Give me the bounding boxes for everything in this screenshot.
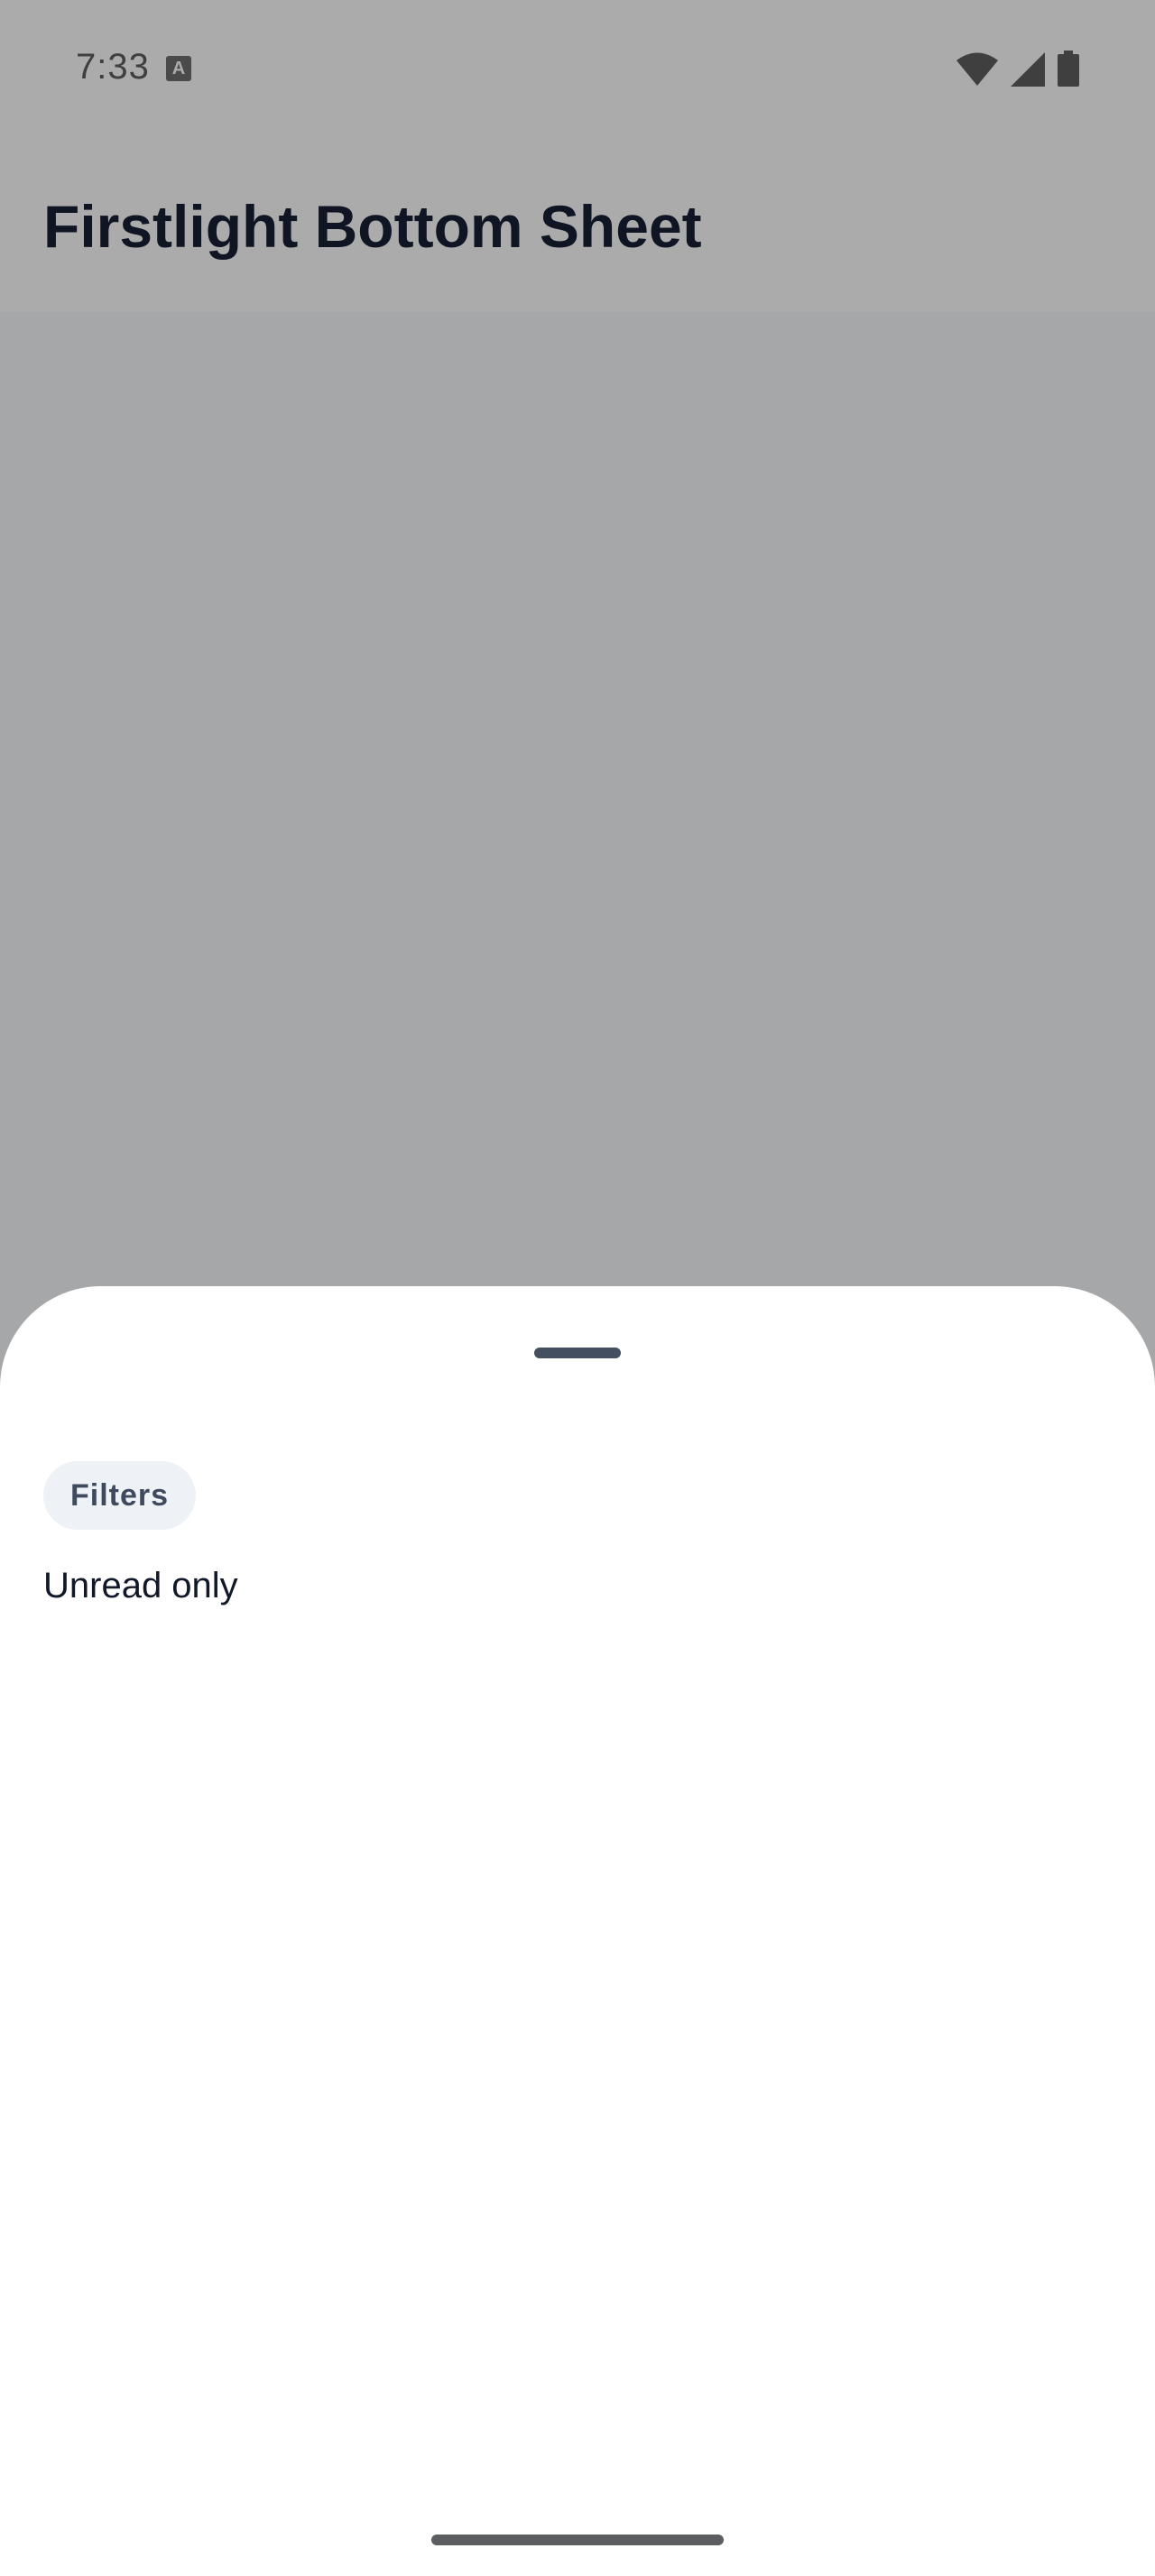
page-title: Firstlight Bottom Sheet xyxy=(43,193,702,260)
drag-handle[interactable] xyxy=(534,1348,621,1358)
battery-icon xyxy=(1058,51,1079,87)
app-bar: Firstlight Bottom Sheet xyxy=(0,143,1155,312)
a-icon: A xyxy=(166,56,191,81)
signal-icon xyxy=(1011,52,1045,87)
status-bar: 7:33 A xyxy=(0,0,1155,143)
status-icons xyxy=(956,51,1079,87)
unread-only-option[interactable]: Unread only xyxy=(43,1566,238,1606)
home-indicator[interactable] xyxy=(431,2535,724,2545)
scrim[interactable] xyxy=(0,312,1155,1286)
status-time: 7:33 xyxy=(76,47,150,87)
filters-chip[interactable]: Filters xyxy=(43,1461,197,1530)
wifi-icon xyxy=(956,52,998,86)
bottom-sheet: Filters Unread only xyxy=(0,1286,1155,2576)
